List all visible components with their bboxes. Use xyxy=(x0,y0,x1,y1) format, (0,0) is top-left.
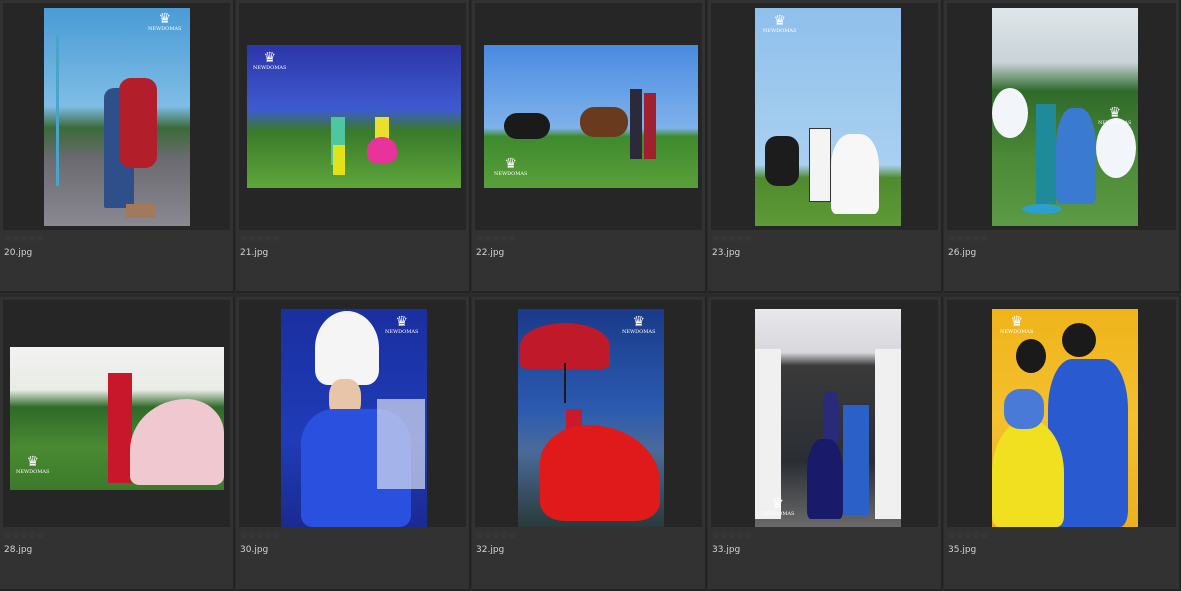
thumbnail-image[interactable]: ♛ NEWDOMAS xyxy=(247,45,461,188)
thumbnail-image[interactable]: ♛ NEWDOMAS xyxy=(281,309,427,527)
thumbnail-cell[interactable]: ♛ NEWDOMAS ☆☆☆☆☆ 21.jpg xyxy=(236,0,471,293)
watermark-logo: ♛ NEWDOMAS xyxy=(16,454,50,475)
thumbnail-cell[interactable]: ♛ NEWDOMAS ☆☆☆☆☆ 23.jpg xyxy=(708,0,943,293)
filename-label: 21.jpg xyxy=(240,248,269,258)
rating-stars[interactable]: ☆☆☆☆☆ xyxy=(4,234,44,244)
rating-stars[interactable]: ☆☆☆☆☆ xyxy=(712,531,752,541)
filename-label: 32.jpg xyxy=(476,545,505,555)
thumbnail-image[interactable]: ♛ NEWDOMAS xyxy=(484,45,698,188)
thumbnail-cell[interactable]: ♛ NEWDOMAS ☆☆☆☆☆ 20.jpg xyxy=(0,0,235,293)
watermark-logo: ♛ NEWDOMAS xyxy=(1098,105,1132,126)
filename-label: 30.jpg xyxy=(240,545,269,555)
rating-stars[interactable]: ☆☆☆☆☆ xyxy=(948,531,988,541)
thumbnail-cell[interactable]: ♛ NEWDOMAS ☆☆☆☆☆ 22.jpg xyxy=(472,0,707,293)
thumbnail-cell[interactable]: ♛ NEWDOMAS ☆☆☆☆☆ 32.jpg xyxy=(472,297,707,591)
thumbnail-image[interactable]: ♛ NEWDOMAS xyxy=(992,309,1138,527)
thumbnail-grid: ♛ NEWDOMAS ☆☆☆☆☆ 20.jpg ♛ NEWDOMAS ☆☆☆☆☆… xyxy=(0,0,1181,591)
thumbnail-image[interactable]: ♛ NEWDOMAS xyxy=(10,347,224,490)
filename-label: 28.jpg xyxy=(4,545,33,555)
filename-label: 33.jpg xyxy=(712,545,741,555)
watermark-logo: ♛ NEWDOMAS xyxy=(761,496,795,517)
watermark-logo: ♛ NEWDOMAS xyxy=(385,314,419,335)
watermark-logo: ♛ NEWDOMAS xyxy=(494,156,528,177)
rating-stars[interactable]: ☆☆☆☆☆ xyxy=(948,234,988,244)
rating-stars[interactable]: ☆☆☆☆☆ xyxy=(4,531,44,541)
rating-stars[interactable]: ☆☆☆☆☆ xyxy=(240,234,280,244)
watermark-logo: ♛ NEWDOMAS xyxy=(148,11,182,32)
thumbnail-cell[interactable]: ♛ NEWDOMAS ☆☆☆☆☆ 35.jpg xyxy=(944,297,1181,591)
watermark-logo: ♛ NEWDOMAS xyxy=(763,13,797,34)
rating-stars[interactable]: ☆☆☆☆☆ xyxy=(476,531,516,541)
thumbnail-cell[interactable]: ♛ NEWDOMAS ☆☆☆☆☆ 28.jpg xyxy=(0,297,235,591)
thumbnail-cell[interactable]: ♛ NEWDOMAS ☆☆☆☆☆ 30.jpg xyxy=(236,297,471,591)
thumbnail-image[interactable]: ♛ NEWDOMAS xyxy=(755,309,901,527)
filename-label: 35.jpg xyxy=(948,545,977,555)
watermark-logo: ♛ NEWDOMAS xyxy=(253,50,287,71)
filename-label: 26.jpg xyxy=(948,248,977,258)
thumbnail-image[interactable]: ♛ NEWDOMAS xyxy=(518,309,664,527)
filename-label: 20.jpg xyxy=(4,248,33,258)
thumbnail-cell[interactable]: ♛ NEWDOMAS ☆☆☆☆☆ 33.jpg xyxy=(708,297,943,591)
thumbnail-image[interactable]: ♛ NEWDOMAS xyxy=(44,8,190,226)
rating-stars[interactable]: ☆☆☆☆☆ xyxy=(476,234,516,244)
thumbnail-cell[interactable]: ♛ NEWDOMAS ☆☆☆☆☆ 26.jpg xyxy=(944,0,1181,293)
thumbnail-image[interactable]: ♛ NEWDOMAS xyxy=(755,8,901,226)
rating-stars[interactable]: ☆☆☆☆☆ xyxy=(240,531,280,541)
rating-stars[interactable]: ☆☆☆☆☆ xyxy=(712,234,752,244)
watermark-logo: ♛ NEWDOMAS xyxy=(1000,314,1034,335)
filename-label: 22.jpg xyxy=(476,248,505,258)
watermark-logo: ♛ NEWDOMAS xyxy=(622,314,656,335)
filename-label: 23.jpg xyxy=(712,248,741,258)
thumbnail-image[interactable]: ♛ NEWDOMAS xyxy=(992,8,1138,226)
